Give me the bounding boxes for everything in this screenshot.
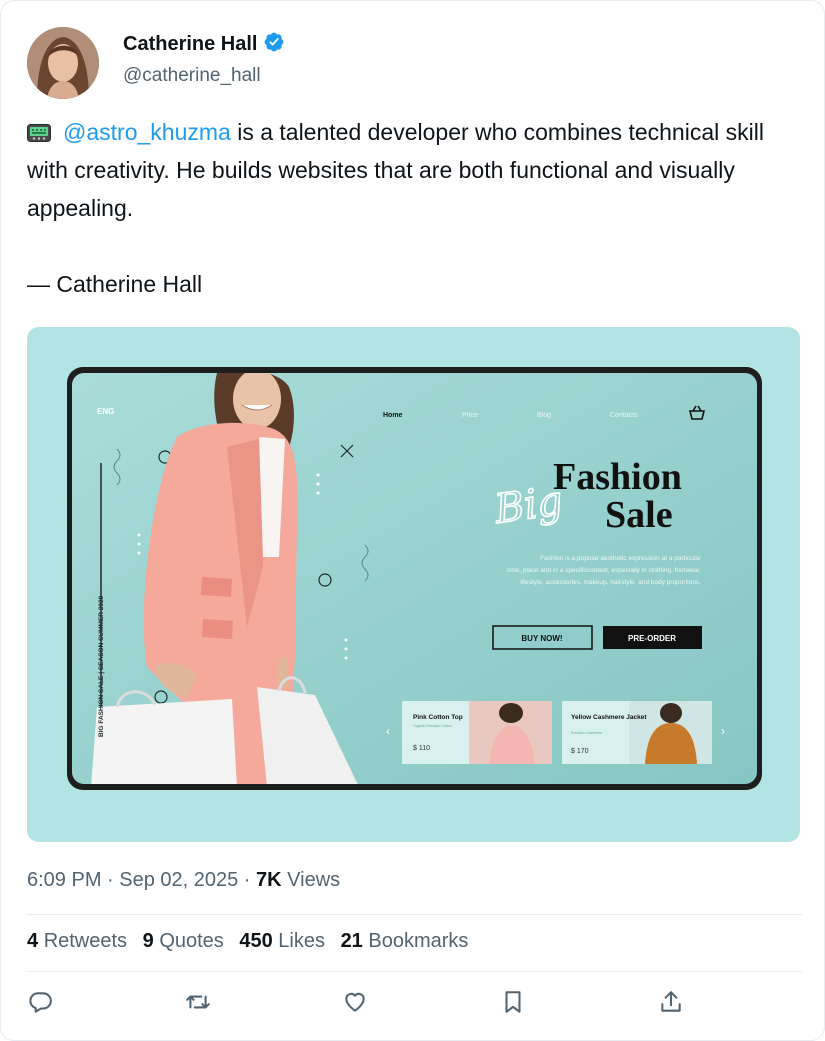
action-bar [27,989,687,1021]
mention-link[interactable]: @astro_khuzma [63,119,231,145]
carousel-prev-icon: ‹ [386,724,390,738]
share-icon [661,991,681,1012]
nav-contacts: Contacts [610,412,638,419]
reply-button[interactable] [27,989,55,1017]
svg-text:Yellow Cashmere Jacket: Yellow Cashmere Jacket [571,714,647,721]
nav-home: Home [383,412,403,419]
svg-text:$ 110: $ 110 [413,745,430,752]
bookmark-icon [505,991,521,1013]
avatar[interactable] [27,27,99,99]
tweet-meta: 6:09 PM · Sep 02, 2025 · 7K Views [27,869,340,892]
divider [27,914,802,915]
retweets-stat[interactable]: 4 Retweets [27,930,127,952]
divider [27,971,802,972]
tweet-card: Catherine Hall @catherine_hall @astro_kh… [0,0,825,1041]
bookmarks-stat[interactable]: 21 Bookmarks [341,930,469,952]
share-button[interactable] [658,989,686,1017]
quotes-stat[interactable]: 9 Quotes [143,930,224,952]
buy-now-button: BUY NOW! [521,634,562,643]
description-line-3: lifestyle, accessories, makeup, hairstyl… [520,579,701,586]
author-handle[interactable]: @catherine_hall [123,65,261,87]
author-name-text[interactable]: Catherine Hall [123,33,257,55]
headline-sale: Sale [605,494,673,536]
svg-text:Organic Premium Cotton: Organic Premium Cotton [413,724,452,728]
likes-stat[interactable]: 450 Likes [239,930,325,952]
like-button[interactable] [342,989,370,1017]
headline-script-big: Big [491,478,566,533]
views-count: 7K [256,869,282,891]
author-name[interactable]: Catherine Hall [123,31,285,56]
tweet-text: @astro_khuzma is a talented developer wh… [27,113,787,303]
like-icon [345,992,365,1012]
tweet-timestamp[interactable]: 6:09 PM · Sep 02, 2025 [27,869,238,891]
svg-text:$ 170: $ 170 [571,748,589,755]
tweet-media[interactable]: ENG Home Price Blog Contacts BIG FASHION… [27,327,800,842]
product-card-1: Pink Cotton Top Organic Premium Cotton $… [402,701,552,764]
retweet-icon [186,995,210,1009]
headline-fashion: Fashion [553,456,682,498]
pager-emoji-icon [27,124,51,142]
svg-text:Pink Cotton Top: Pink Cotton Top [413,714,463,721]
nav-lang: ENG [97,407,114,416]
website-mockup-image: ENG Home Price Blog Contacts BIG FASHION… [67,367,762,790]
tweet-stats: 4 Retweets 9 Quotes 450 Likes 21 Bookmar… [27,930,478,953]
carousel-next-icon: › [721,724,725,738]
tweet-signature: — Catherine Hall [27,271,203,297]
reply-icon [29,992,52,1013]
svg-text:Premium Cashmere: Premium Cashmere [571,731,602,735]
verified-badge-icon [265,32,284,52]
retweet-button[interactable] [185,989,213,1017]
description-line-1: Fashion is a popular aesthetic expressio… [540,555,702,562]
vertical-season-text: BIG FASHION SALE | SEASON SUMMER 2020 [98,595,105,737]
bookmark-button[interactable] [500,989,528,1017]
product-card-2: Yellow Cashmere Jacket Premium Cashmere … [562,701,712,764]
meta-separator: · [238,869,257,891]
pre-order-button: PRE-ORDER [628,634,676,643]
nav-blog: Blog [537,412,551,419]
nav-price: Price [462,412,478,419]
views-label: Views [281,869,341,891]
description-line-2: time, place and in a specificcontext, es… [507,567,701,574]
